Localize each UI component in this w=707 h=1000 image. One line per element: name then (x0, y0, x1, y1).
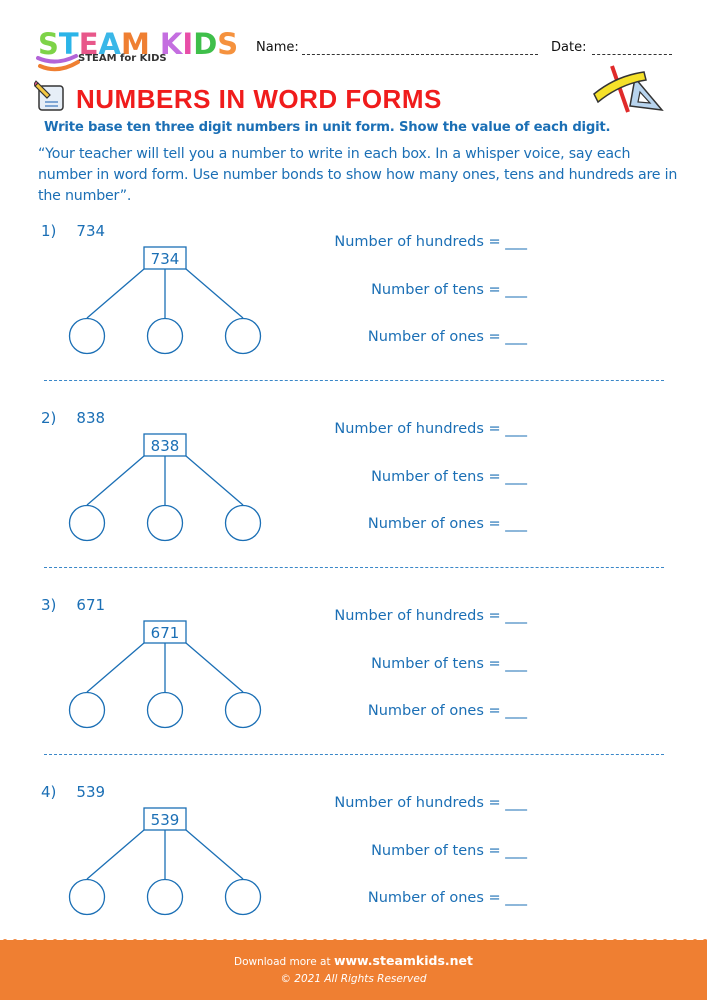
question-index: 1) (41, 222, 57, 240)
footer-bar (0, 940, 707, 1000)
answer-ones[interactable]: Number of ones = ___ (368, 703, 527, 719)
question-label: 1) 734 (41, 222, 105, 240)
logo-letter: I (182, 27, 194, 61)
date-field[interactable] (592, 54, 672, 55)
tens-circle[interactable] (146, 878, 184, 916)
pencil-paper-icon (34, 80, 64, 111)
name-label: Name: (256, 40, 299, 55)
question-number: 734 (76, 222, 106, 240)
answer-hundreds[interactable]: Number of hundreds = ___ (334, 421, 527, 437)
number-box-value: 539 (151, 811, 180, 829)
question-label: 3) 671 (41, 596, 105, 614)
ones-circle[interactable] (224, 878, 262, 916)
bond-line-right (185, 642, 244, 693)
page-title: NUMBERS IN WORD FORMS (76, 84, 442, 114)
logo-letter: D (193, 27, 218, 61)
answer-ones[interactable]: Number of ones = ___ (368, 890, 527, 906)
logo-letter: S (217, 27, 239, 61)
hundreds-circle[interactable] (68, 504, 106, 542)
ones-circle[interactable] (224, 504, 262, 542)
number-bond-diagram: 539 (68, 807, 262, 916)
logo-swoosh-icon (36, 54, 80, 72)
date-label: Date: (551, 40, 587, 55)
tens-circle[interactable] (146, 317, 184, 355)
bond-line-left (86, 455, 145, 506)
footer-download: Download more at www.steamkids.net (0, 953, 707, 968)
logo-subtitle: STEAM for KIDS (78, 53, 167, 64)
answer-tens[interactable]: Number of tens = ___ (371, 282, 527, 298)
question-index: 2) (41, 409, 57, 427)
instruction-text: Write base ten three digit numbers in un… (44, 120, 611, 135)
bond-line-right (185, 268, 244, 319)
answer-hundreds[interactable]: Number of hundreds = ___ (334, 608, 527, 624)
number-box-value: 671 (151, 624, 180, 642)
section-divider (44, 380, 664, 381)
number-bond-diagram: 838 (68, 433, 262, 542)
bond-line-left (86, 829, 145, 880)
quote-text: “Your teacher will tell you a number to … (38, 146, 678, 204)
ruler-set-square-icon (593, 65, 664, 113)
tens-circle[interactable] (146, 504, 184, 542)
bond-line-left (86, 642, 145, 693)
answer-hundreds[interactable]: Number of hundreds = ___ (334, 795, 527, 811)
question-label: 2) 838 (41, 409, 105, 427)
bond-line-right (185, 829, 244, 880)
ones-circle[interactable] (224, 317, 262, 355)
bond-line-left (86, 268, 145, 319)
question-number: 671 (76, 596, 106, 614)
number-bond-diagram: 671 (68, 620, 262, 729)
download-link[interactable]: www.steamkids.net (334, 953, 473, 968)
download-prefix: Download more at (233, 956, 331, 968)
question-number: 838 (76, 409, 106, 427)
section-divider (44, 567, 664, 568)
answer-tens[interactable]: Number of tens = ___ (371, 656, 527, 672)
question-index: 4) (41, 783, 57, 801)
answer-hundreds[interactable]: Number of hundreds = ___ (334, 234, 527, 250)
footer-copyright: © 2021 All Rights Reserved (280, 973, 427, 985)
number-box-value: 734 (151, 250, 180, 268)
hundreds-circle[interactable] (68, 691, 106, 729)
name-field[interactable] (302, 54, 538, 55)
ones-circle[interactable] (224, 691, 262, 729)
section-divider (44, 754, 664, 755)
question-index: 3) (41, 596, 57, 614)
hundreds-circle[interactable] (68, 317, 106, 355)
question-number: 539 (76, 783, 106, 801)
number-box-value: 838 (151, 437, 180, 455)
answer-ones[interactable]: Number of ones = ___ (368, 516, 527, 532)
hundreds-circle[interactable] (68, 878, 106, 916)
answer-tens[interactable]: Number of tens = ___ (371, 469, 527, 485)
number-bond-diagram: 734 (68, 246, 262, 355)
question-label: 4) 539 (41, 783, 105, 801)
answer-ones[interactable]: Number of ones = ___ (368, 329, 527, 345)
tens-circle[interactable] (146, 691, 184, 729)
answer-tens[interactable]: Number of tens = ___ (371, 843, 527, 859)
bond-line-right (185, 455, 244, 506)
